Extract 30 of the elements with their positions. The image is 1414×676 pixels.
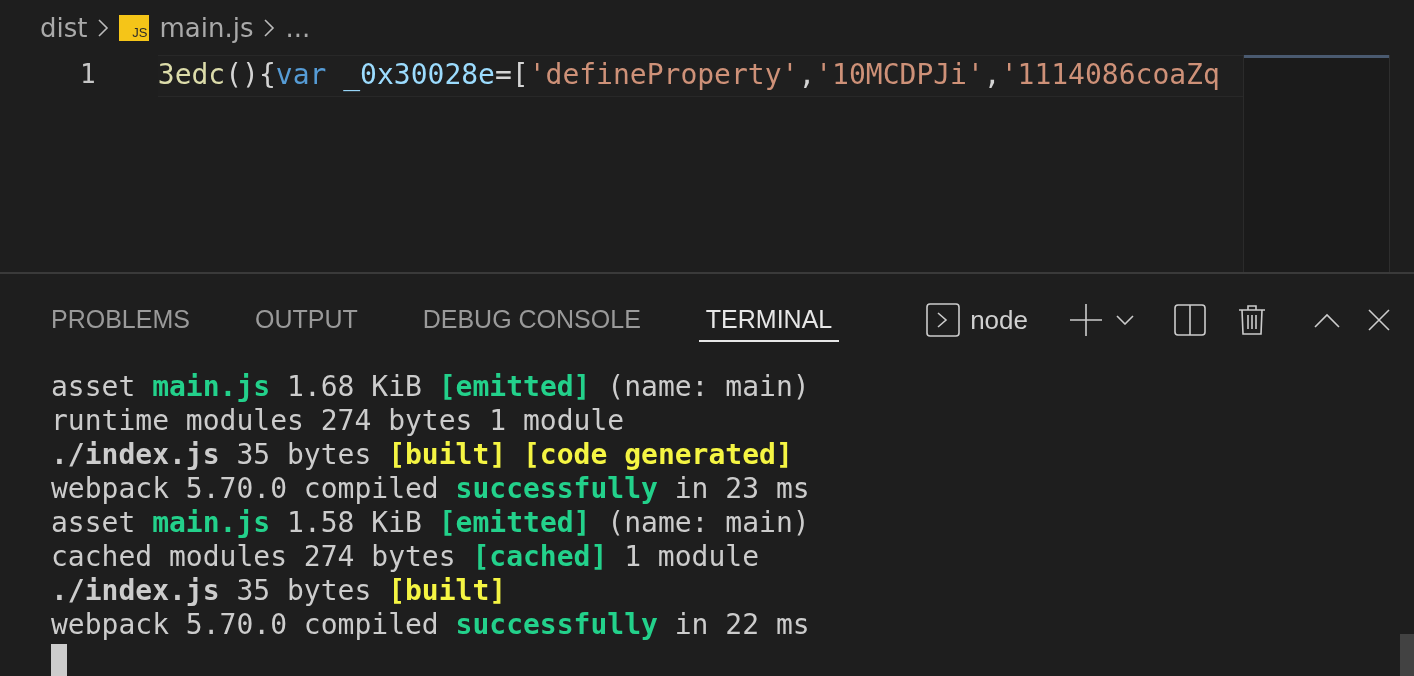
code-line: 3edc(){var _0x30028e=['defineProperty','10MCDPJi','1114086coaZq — [157, 57, 1220, 93]
terminal-cursor — [51, 644, 67, 676]
line-number: 1 — [80, 58, 96, 91]
terminal-line: webpack 5.70.0 compiled successfully in 23 ms — [51, 472, 810, 506]
terminal-line: runtime modules 274 bytes 1 module — [51, 404, 625, 438]
caret-down-icon[interactable] — [1116, 315, 1134, 325]
terminal-line: cached modules 274 bytes [cached] 1 module — [51, 540, 759, 574]
terminal-line: ./index.js 35 bytes [built] — [51, 574, 507, 608]
chevron-up-icon[interactable] — [1314, 312, 1340, 328]
terminal-line: webpack 5.70.0 compiled successfully in 22 ms — [51, 608, 810, 642]
terminal-line: asset main.js 1.68 KiB [emitted] (name: main) — [51, 370, 810, 404]
terminal-name[interactable]: node — [970, 304, 1028, 336]
terminal-line: asset main.js 1.58 KiB [emitted] (name: main) — [51, 506, 810, 540]
chevron-right-icon — [263, 17, 276, 38]
panel-tab[interactable]: PROBLEMS — [44, 298, 197, 342]
breadcrumb-ellipsis[interactable]: ... — [285, 12, 311, 43]
close-icon[interactable] — [1368, 309, 1390, 331]
js-file-icon: JS — [119, 14, 150, 41]
breadcrumb-item[interactable]: dist — [40, 12, 88, 43]
scrollbar[interactable] — [1400, 634, 1414, 676]
split-icon[interactable] — [1174, 304, 1206, 336]
terminal-line: ./index.js 35 bytes [built] [code generated] — [51, 438, 793, 472]
panel-tab[interactable]: DEBUG CONSOLE — [415, 298, 648, 342]
panel-tab[interactable]: OUTPUT — [247, 298, 365, 342]
breadcrumb-item[interactable]: main.js — [159, 12, 254, 43]
terminal-icon[interactable] — [926, 303, 961, 337]
panel-tab[interactable]: TERMINAL — [698, 298, 840, 342]
trash-icon[interactable] — [1238, 304, 1266, 336]
chevron-right-icon — [97, 17, 110, 38]
plus-icon[interactable] — [1070, 304, 1102, 336]
